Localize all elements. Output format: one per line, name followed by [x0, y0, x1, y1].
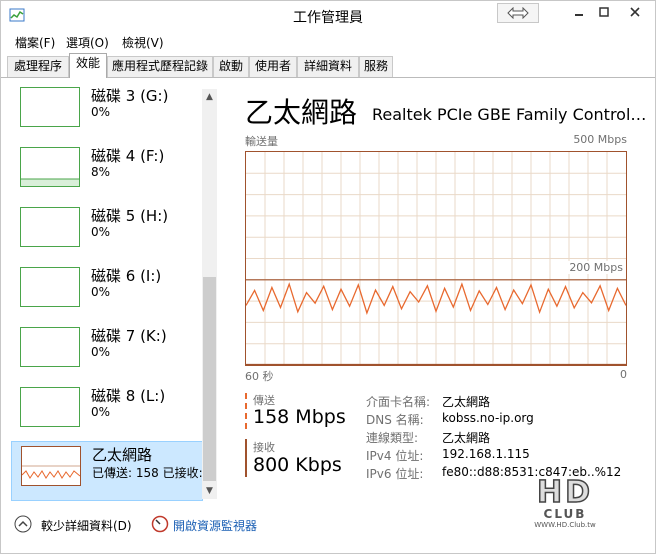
recv-legend-line [245, 439, 247, 477]
sidebar-item-label: 磁碟 7 (K:) [91, 327, 167, 345]
detail-value: kobss.no-ip.org [442, 411, 534, 425]
disk-thumbnail [20, 87, 80, 127]
x-axis-left-label: 60 秒 [245, 370, 274, 383]
tab-users[interactable]: 使用者 [249, 56, 297, 77]
detail-value: 乙太網路 [442, 431, 491, 445]
watermark-hd: HD [536, 474, 593, 511]
sidebar-scrollbar[interactable]: ▲ ▼ [202, 89, 217, 499]
tab-startup[interactable]: 啟動 [213, 56, 249, 77]
detail-value: 192.168.1.115 [442, 447, 530, 461]
sidebar-item-label: 磁碟 5 (H:) [91, 207, 169, 225]
detail-key: DNS 名稱: [366, 413, 424, 427]
disk-thumbnail [20, 147, 80, 187]
sidebar-item-disk-8[interactable]: 磁碟 8 (L:) 0% [11, 383, 201, 441]
maximize-button[interactable] [591, 1, 617, 23]
sidebar-item-label: 磁碟 4 (F:) [91, 147, 165, 165]
tab-details[interactable]: 詳細資料 [297, 56, 359, 77]
throughput-chart [246, 152, 626, 365]
sidebar-item-disk-5[interactable]: 磁碟 5 (H:) 0% [11, 203, 201, 261]
adapter-name: Realtek PCIe GBE Family Control… [372, 105, 647, 124]
tab-services[interactable]: 服務 [359, 56, 393, 77]
window-title: 工作管理員 [293, 10, 363, 26]
hd-club-watermark: HD CLUB WWW.HD.Club.tw [519, 474, 611, 531]
scroll-down-icon[interactable]: ▼ [202, 483, 217, 499]
graph-max-label: 500 Mbps [573, 133, 627, 146]
scroll-up-icon[interactable]: ▲ [202, 89, 217, 105]
sidebar-item-value: 0% [91, 285, 111, 299]
x-axis-right-label: 0 [620, 368, 627, 381]
tab-processes[interactable]: 處理程序 [7, 56, 69, 77]
sidebar-item-disk-7[interactable]: 磁碟 7 (K:) 0% [11, 323, 201, 381]
send-legend-line [245, 393, 247, 429]
sidebar-item-value: 0% [91, 405, 111, 419]
recv-value: 800 Kbps [253, 454, 342, 476]
chevron-up-icon[interactable] [14, 515, 32, 533]
tab-performance[interactable]: 效能 [69, 53, 107, 78]
resource-monitor-icon [151, 515, 169, 533]
detail-key: IPv4 位址: [366, 449, 424, 463]
panel-title: 乙太網路 [245, 96, 358, 129]
sidebar-item-label: 磁碟 6 (I:) [91, 267, 162, 285]
tab-app-history[interactable]: 應用程式歷程記錄 [107, 56, 213, 77]
sidebar-item-label: 磁碟 3 (G:) [91, 87, 169, 105]
minimize-button[interactable] [567, 1, 591, 23]
close-button[interactable] [615, 1, 655, 23]
detail-key: IPv6 位址: [366, 467, 424, 481]
detail-key: 連線類型: [366, 431, 419, 445]
sidebar-item-value: 0% [91, 225, 111, 239]
detail-key: 介面卡名稱: [366, 395, 431, 409]
menu-bar: 檔案(F) 選項(O) 檢視(V) [1, 31, 655, 51]
send-value: 158 Mbps [253, 406, 346, 428]
throughput-graph [245, 151, 627, 366]
snap-icon[interactable] [497, 3, 539, 23]
recv-label: 接收 [253, 441, 275, 454]
menu-options[interactable]: 選項(O) [66, 34, 109, 51]
sidebar-item-value: 8% [91, 165, 111, 179]
watermark-club: CLUB [543, 507, 587, 521]
graph-label: 輸送量 [245, 135, 278, 148]
sidebar-item-disk-3[interactable]: 磁碟 3 (G:) 0% [11, 83, 201, 141]
task-manager-window: 工作管理員 檔案(F) 選項(O) 檢視(V) 處理程序 效能 應用程式歷程記錄… [0, 0, 656, 554]
open-resource-monitor-link[interactable]: 開啟資源監視器 [173, 517, 257, 534]
tab-strip: 處理程序 效能 應用程式歷程記錄 啟動 使用者 詳細資料 服務 [1, 53, 655, 78]
sidebar-item-disk-6[interactable]: 磁碟 6 (I:) 0% [11, 263, 201, 321]
sidebar-item-value: 0% [91, 345, 111, 359]
disk-thumbnail [20, 267, 80, 307]
ethernet-thumbnail [21, 446, 81, 486]
sidebar-item-value: 已傳送: 158 已接收: [92, 466, 203, 480]
menu-view[interactable]: 檢視(V) [122, 34, 164, 51]
disk-thumbnail [20, 327, 80, 367]
sidebar-item-ethernet[interactable]: 乙太網路 已傳送: 158 已接收: [11, 441, 203, 501]
disk-thumbnail [20, 387, 80, 427]
sidebar-item-disk-4[interactable]: 磁碟 4 (F:) 8% [11, 143, 201, 201]
sidebar-item-label: 乙太網路 [92, 446, 153, 464]
resource-sidebar: 磁碟 3 (G:) 0% 磁碟 4 (F:) 8% 磁碟 5 (H:) 0% 磁… [1, 79, 219, 509]
scrollbar-thumb[interactable] [203, 277, 216, 481]
title-bar[interactable]: 工作管理員 [1, 1, 655, 31]
disk-thumbnail [20, 207, 80, 247]
menu-file[interactable]: 檔案(F) [15, 34, 55, 51]
sidebar-item-value: 0% [91, 105, 111, 119]
fewer-details-link[interactable]: 較少詳細資料(D) [41, 517, 132, 534]
detail-value: 乙太網路 [442, 395, 491, 409]
sidebar-item-label: 磁碟 8 (L:) [91, 387, 166, 405]
graph-mid-label: 200 Mbps [561, 261, 623, 274]
watermark-url: WWW.HD.Club.tw [534, 521, 596, 529]
